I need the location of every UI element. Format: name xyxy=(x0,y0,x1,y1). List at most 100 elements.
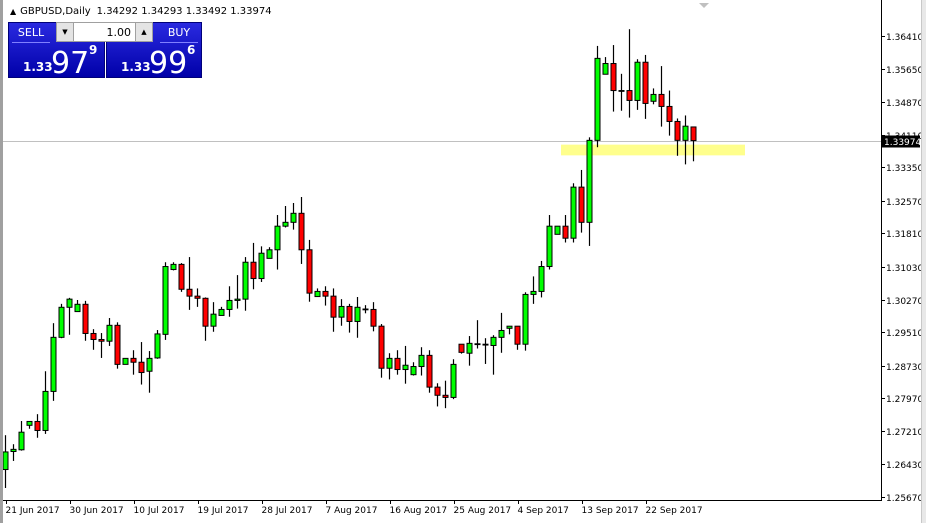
bullish-candle-body xyxy=(242,261,249,300)
candle xyxy=(218,306,225,316)
bullish-candle-body xyxy=(74,303,81,313)
lot-size-input[interactable] xyxy=(75,24,131,40)
bullish-candle-body xyxy=(26,420,33,426)
candle xyxy=(314,288,321,298)
bearish-candle-body xyxy=(434,386,441,396)
bullish-candle-body xyxy=(650,93,657,102)
candle xyxy=(10,444,17,461)
decrease-lot-icon[interactable]: ▼ xyxy=(57,23,74,41)
candle xyxy=(170,262,177,271)
price-tick-label: 1.27210 xyxy=(886,428,923,438)
price-tick-label: 1.33350 xyxy=(886,164,923,174)
time-tick-label: 13 Sep 2017 xyxy=(582,506,639,516)
candle xyxy=(362,305,369,314)
bullish-candle-body xyxy=(554,225,561,235)
candle xyxy=(114,322,121,369)
candle xyxy=(410,362,417,376)
time-tick-label: 19 Jul 2017 xyxy=(198,506,249,516)
bearish-candle-body xyxy=(690,126,697,142)
candle xyxy=(178,263,185,292)
ohlc-readout: 1.34292 1.34293 1.33492 1.33974 xyxy=(96,6,272,17)
current-price-label: 1.33974 xyxy=(884,138,921,148)
candle xyxy=(666,90,673,136)
candle xyxy=(450,359,457,400)
candle xyxy=(90,329,97,350)
sell-label: SELL xyxy=(12,26,50,43)
bearish-candle-body xyxy=(562,225,569,239)
candle xyxy=(682,115,689,165)
candle xyxy=(202,297,209,341)
bullish-candle-body xyxy=(570,186,577,239)
sell-price: 1.33 97 9 xyxy=(9,43,104,81)
time-tick-label: 7 Aug 2017 xyxy=(326,506,378,516)
bullish-candle-body xyxy=(490,336,497,346)
chart-shift-marker-icon[interactable] xyxy=(699,3,709,8)
candle xyxy=(122,357,129,365)
price-tick-label: 1.30270 xyxy=(886,297,923,307)
symbol-label: GBPUSD,Daily xyxy=(20,6,91,17)
sell-price-prefix: 1.33 xyxy=(23,60,53,74)
candle xyxy=(482,338,489,364)
bearish-candle-body xyxy=(98,338,105,342)
candle xyxy=(186,257,193,310)
candle xyxy=(634,59,641,110)
lot-size-stepper[interactable]: ▼ ▲ xyxy=(56,22,153,42)
bullish-candle-body xyxy=(386,357,393,369)
bearish-candle-body xyxy=(138,361,145,374)
bullish-candle-body xyxy=(498,329,505,338)
candle xyxy=(378,324,385,378)
candle xyxy=(66,297,73,335)
window-right-edge xyxy=(921,0,926,523)
bullish-candle-body xyxy=(466,342,473,354)
bullish-candle-body xyxy=(290,212,297,223)
candle xyxy=(26,420,33,429)
buy-price-prefix: 1.33 xyxy=(121,60,151,74)
collapse-triangle-icon[interactable]: ▲ xyxy=(10,7,16,16)
candle xyxy=(578,169,585,233)
candle xyxy=(194,288,201,307)
bearish-candle-body xyxy=(426,354,433,388)
candlestick-chart[interactable]: 1.364101.356501.348701.341101.333501.325… xyxy=(0,0,926,523)
bearish-candle-body xyxy=(346,305,353,322)
time-tick-label: 4 Sep 2017 xyxy=(518,506,569,516)
bullish-candle-body xyxy=(50,336,57,392)
buy-price-fraction: 6 xyxy=(187,43,196,57)
bullish-candle-body xyxy=(18,431,25,451)
increase-lot-icon[interactable]: ▲ xyxy=(135,23,152,41)
bullish-candle-body xyxy=(218,308,225,316)
price-tick-label: 1.31810 xyxy=(886,230,923,240)
bearish-candle-body xyxy=(362,308,369,311)
bullish-candle-body xyxy=(546,225,553,268)
bullish-candle-body xyxy=(234,298,241,301)
bullish-candle-body xyxy=(146,357,153,372)
candle xyxy=(522,292,529,351)
time-tick-label: 28 Jul 2017 xyxy=(262,506,313,516)
bearish-candle-body xyxy=(298,212,305,251)
bullish-candle-body xyxy=(634,61,641,101)
bullish-candle-body xyxy=(162,266,169,335)
one-click-trading-panel: SELL 1.33 97 9 ▼ ▲ BUY 1.33 99 6 xyxy=(8,22,202,81)
bullish-candle-body xyxy=(402,364,409,371)
window-left-border xyxy=(0,0,3,523)
bullish-candle-body xyxy=(506,325,513,329)
bullish-candle-body xyxy=(258,252,265,280)
candle xyxy=(498,312,505,353)
candle xyxy=(258,246,265,282)
bullish-candle-body xyxy=(226,299,233,310)
candle xyxy=(50,323,57,401)
buy-label: BUY xyxy=(160,26,198,43)
price-tick-label: 1.27970 xyxy=(886,395,923,405)
candle xyxy=(106,318,113,346)
buy-price-pips: 99 xyxy=(149,46,188,81)
bearish-candle-body xyxy=(514,325,521,345)
candle xyxy=(618,73,625,111)
bullish-candle-body xyxy=(210,313,217,327)
price-tick-label: 1.25670 xyxy=(886,494,923,504)
candle xyxy=(650,88,657,105)
bullish-candle-body xyxy=(66,298,73,308)
bullish-candle-body xyxy=(58,306,65,338)
chart-header: ▲ GBPUSD,Daily 1.34292 1.34293 1.33492 1.3… xyxy=(10,6,272,17)
bearish-candle-body xyxy=(330,295,337,318)
bearish-candle-body xyxy=(666,105,673,122)
candle xyxy=(570,183,577,243)
